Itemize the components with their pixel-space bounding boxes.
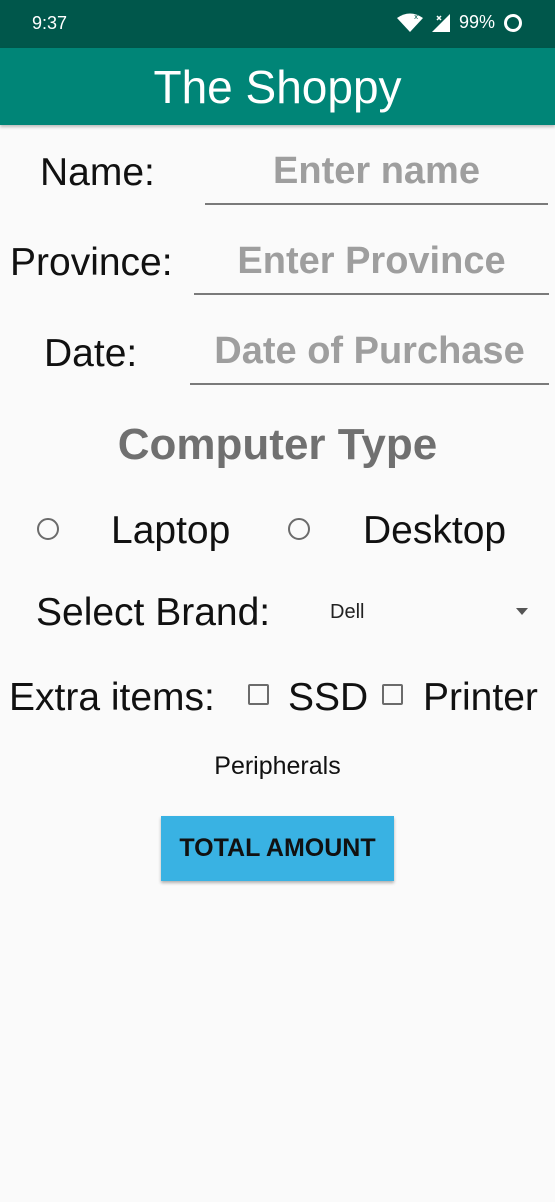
cell-signal-icon [431, 13, 450, 32]
name-label: Name: [40, 151, 155, 194]
province-field-container [194, 230, 549, 295]
date-label: Date: [44, 332, 138, 375]
dropdown-arrow-icon [516, 608, 528, 615]
name-input[interactable] [205, 150, 548, 193]
desktop-radio[interactable] [288, 518, 310, 540]
date-input[interactable] [190, 330, 549, 373]
extra-items-label: Extra items: [9, 676, 215, 719]
wifi-icon: x [396, 13, 423, 32]
printer-checkbox-label[interactable]: Printer [423, 676, 538, 720]
province-input[interactable] [194, 240, 549, 283]
status-icons: x 99% [396, 12, 523, 33]
brand-label: Select Brand: [36, 591, 271, 634]
battery-percent: 99% [458, 12, 495, 32]
ssd-checkbox-label[interactable]: SSD [288, 676, 368, 720]
total-amount-button[interactable]: TOTAL AMOUNT [161, 816, 394, 881]
printer-checkbox[interactable] [382, 684, 403, 705]
peripherals-label: Peripherals [214, 752, 341, 780]
province-label: Province: [10, 241, 173, 284]
date-field-container [190, 320, 549, 385]
name-field-container [205, 140, 548, 205]
ssd-checkbox[interactable] [248, 684, 269, 705]
laptop-radio[interactable] [37, 518, 59, 540]
brand-spinner[interactable]: Dell [318, 590, 540, 634]
desktop-radio-label[interactable]: Desktop [363, 509, 506, 553]
status-bar: 9:37 x 99% [0, 0, 555, 48]
brand-selected-value: Dell [330, 600, 365, 623]
app-bar: The Shoppy [0, 48, 555, 125]
laptop-radio-label[interactable]: Laptop [111, 509, 230, 553]
app-title: The Shoppy [153, 60, 402, 113]
status-time: 9:37 [32, 13, 68, 33]
battery-ring-icon [504, 13, 522, 32]
computer-type-title: Computer Type [117, 420, 438, 469]
svg-text:x: x [414, 13, 418, 21]
